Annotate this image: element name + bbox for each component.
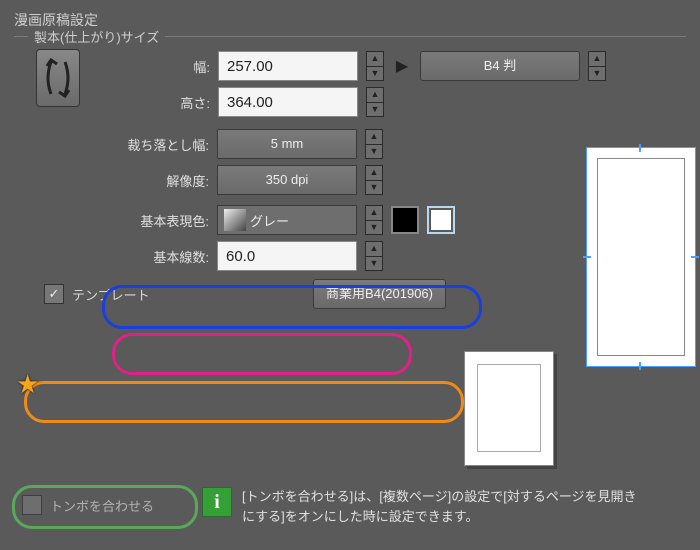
link-arrow-icon: ▶ [392, 51, 412, 81]
arrow-down-icon[interactable]: ▼ [366, 181, 382, 195]
height-label: 高さ: [80, 93, 210, 112]
arrow-up-icon[interactable]: ▲ [366, 242, 382, 257]
grey-gradient-icon [224, 209, 246, 231]
size-preset-button[interactable]: B4 判 [420, 51, 580, 81]
template-checkbox[interactable]: ✓ [44, 284, 64, 304]
binding-size-section: 製本(仕上がり)サイズ 幅: ▲▼ ▶ B4 判 ▲▼ [14, 36, 686, 309]
basic-lines-label: 基本線数: [14, 247, 209, 266]
basic-lines-stepper[interactable]: ▲▼ [365, 241, 383, 271]
basic-lines-input[interactable] [217, 241, 357, 271]
arrow-up-icon[interactable]: ▲ [367, 52, 383, 67]
basic-color-combo[interactable]: グレー [217, 205, 357, 235]
info-icon: i [202, 487, 232, 517]
info-text: [トンボを合わせる]は、[複数ページ]の設定で[対するページを見開きにする]をオ… [242, 487, 642, 526]
section-legend: 製本(仕上がり)サイズ [28, 27, 165, 46]
width-label: 幅: [80, 57, 210, 76]
template-button[interactable]: 商業用B4(201906) [313, 279, 446, 309]
star-icon: ★ [16, 369, 39, 400]
arrow-up-icon[interactable]: ▲ [366, 166, 382, 181]
bleed-label: 裁ち落とし幅: [14, 135, 209, 154]
width-stepper[interactable]: ▲▼ [366, 51, 384, 81]
tombo-checkbox [22, 495, 42, 515]
arrow-down-icon[interactable]: ▼ [366, 221, 382, 235]
arrow-down-icon[interactable]: ▼ [366, 257, 382, 271]
resolution-label: 解像度: [14, 171, 209, 190]
swatch-white[interactable] [427, 206, 455, 234]
page-preview-large [586, 147, 700, 377]
height-stepper[interactable]: ▲▼ [366, 87, 384, 117]
width-input[interactable] [218, 51, 358, 81]
arrow-up-icon[interactable]: ▲ [589, 52, 605, 67]
resolution-combo[interactable]: 350 dpi [217, 165, 357, 195]
bleed-combo[interactable]: 5 mm [217, 129, 357, 159]
arrow-down-icon[interactable]: ▼ [367, 67, 383, 81]
page-preview-small [464, 351, 554, 466]
height-input[interactable] [218, 87, 358, 117]
preset-stepper[interactable]: ▲▼ [588, 51, 606, 81]
bleed-stepper[interactable]: ▲▼ [365, 129, 383, 159]
arrow-up-icon[interactable]: ▲ [367, 88, 383, 103]
basic-color-label: 基本表現色: [14, 211, 209, 230]
orientation-button[interactable] [36, 49, 80, 107]
swatch-black[interactable] [391, 206, 419, 234]
arrow-down-icon[interactable]: ▼ [367, 103, 383, 117]
arrow-down-icon[interactable]: ▼ [366, 145, 382, 159]
arrow-up-icon[interactable]: ▲ [366, 130, 382, 145]
tombo-label: トンボを合わせる [50, 496, 154, 515]
arrow-up-icon[interactable]: ▲ [366, 206, 382, 221]
basic-color-value: グレー [250, 211, 289, 230]
basic-color-stepper[interactable]: ▲▼ [365, 205, 383, 235]
template-label: テンプレート [72, 285, 150, 304]
resolution-stepper[interactable]: ▲▼ [365, 165, 383, 195]
arrow-down-icon[interactable]: ▼ [589, 67, 605, 81]
